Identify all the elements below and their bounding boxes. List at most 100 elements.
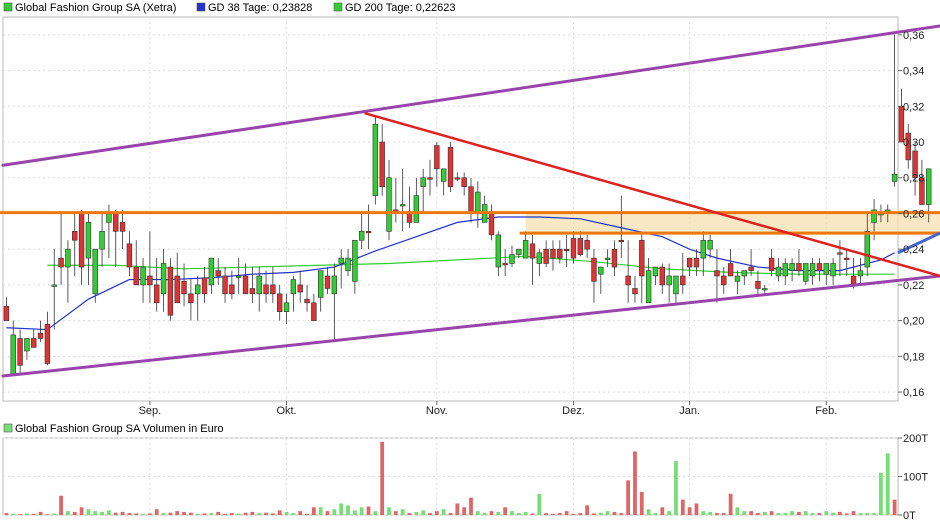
volume-bar bbox=[728, 493, 733, 515]
candle-body bbox=[242, 275, 249, 295]
candle-body bbox=[789, 263, 795, 271]
volume-bar bbox=[216, 511, 221, 515]
candle-body bbox=[604, 257, 611, 260]
volume-bar bbox=[578, 513, 583, 515]
volume-bar bbox=[612, 511, 617, 515]
candle-body bbox=[92, 248, 98, 295]
candle-body bbox=[591, 257, 597, 282]
volume-bar bbox=[680, 499, 685, 515]
volume-bar bbox=[72, 511, 77, 515]
candle-body bbox=[85, 222, 92, 259]
volume-bar bbox=[236, 513, 241, 515]
candle-body bbox=[399, 204, 406, 207]
candle-body bbox=[113, 213, 119, 232]
volume-bar bbox=[797, 511, 801, 515]
candle-body bbox=[693, 257, 700, 268]
volume-bar bbox=[113, 512, 118, 515]
candle-body bbox=[707, 239, 713, 250]
candle-body bbox=[714, 270, 720, 277]
candle-body bbox=[768, 257, 775, 271]
ma200-legend-swatch bbox=[333, 2, 343, 12]
volume-bar bbox=[756, 513, 760, 515]
candle-body bbox=[317, 270, 324, 298]
candle-body bbox=[639, 239, 645, 277]
volume-bar bbox=[147, 513, 152, 515]
volume-bar bbox=[885, 453, 890, 515]
candle-body bbox=[577, 238, 584, 255]
candle-body bbox=[857, 270, 864, 277]
candle-body bbox=[119, 222, 126, 232]
candle-body bbox=[297, 284, 303, 293]
volume-bar bbox=[298, 511, 303, 515]
candle-body bbox=[126, 243, 133, 268]
candle-body bbox=[741, 270, 747, 277]
price-tick-label: 0,20 bbox=[903, 316, 924, 328]
volume-bar bbox=[742, 511, 747, 515]
volume-bar bbox=[45, 514, 50, 515]
volume-bar bbox=[339, 503, 344, 515]
legend: Global Fashion Group SA (Xetra) GD 38 Ta… bbox=[3, 2, 456, 14]
volume-bar bbox=[79, 507, 84, 515]
candle-body bbox=[803, 263, 809, 282]
volume-bar bbox=[564, 511, 569, 515]
candle-body bbox=[522, 239, 529, 259]
candle-body bbox=[666, 275, 672, 286]
candle-body bbox=[420, 177, 426, 187]
volume-bar bbox=[715, 513, 719, 515]
volume-tick-label: 200T bbox=[903, 433, 928, 445]
candle-body bbox=[632, 288, 638, 295]
candle-body bbox=[557, 248, 563, 259]
candle-body bbox=[51, 284, 57, 287]
candle-body bbox=[816, 263, 823, 271]
candle-body bbox=[283, 302, 290, 312]
volume-bar bbox=[892, 499, 897, 515]
candle-body bbox=[550, 248, 556, 259]
volume-bar bbox=[687, 507, 692, 515]
volume-bar bbox=[469, 497, 473, 515]
candle-body bbox=[659, 266, 665, 286]
volume-bar bbox=[831, 512, 835, 515]
volume-bar bbox=[380, 441, 385, 515]
candle-body bbox=[174, 275, 180, 304]
price-tick-label: 0,28 bbox=[903, 173, 924, 185]
legend-volume: Global Fashion Group SA Volumen in Euro bbox=[15, 423, 224, 435]
candle-body bbox=[167, 266, 174, 316]
volume-bar bbox=[694, 503, 699, 515]
volume-bar bbox=[4, 513, 9, 515]
candle-body bbox=[58, 257, 64, 268]
candle-body bbox=[618, 239, 624, 243]
volume-bar bbox=[346, 505, 350, 515]
candle-body bbox=[17, 338, 23, 366]
candle-body bbox=[775, 266, 782, 277]
volume-bar bbox=[407, 513, 412, 515]
volume-bar bbox=[31, 513, 36, 515]
volume-bar bbox=[107, 510, 111, 515]
candle-body bbox=[99, 231, 105, 250]
volume-bar bbox=[537, 493, 542, 515]
price-tick-label: 0,16 bbox=[903, 387, 924, 399]
volume-bar bbox=[270, 513, 275, 515]
candle-body bbox=[386, 177, 392, 232]
volume-bar bbox=[824, 511, 829, 515]
volume-bar bbox=[188, 512, 193, 515]
volume-bar bbox=[858, 513, 863, 515]
candle-body bbox=[762, 288, 768, 291]
volume-bar bbox=[154, 509, 159, 515]
volume-bar bbox=[325, 511, 330, 515]
volume-bar bbox=[844, 513, 849, 515]
candle-body bbox=[140, 266, 146, 286]
candle-body bbox=[461, 177, 467, 187]
candle-body bbox=[365, 231, 372, 234]
volume-bar bbox=[619, 513, 624, 515]
candle-body bbox=[468, 186, 474, 214]
candle-body bbox=[734, 275, 741, 282]
volume-bar bbox=[195, 513, 200, 515]
candle-body bbox=[263, 284, 269, 295]
candle-body bbox=[290, 279, 297, 295]
volume-bar bbox=[482, 512, 487, 515]
candle-body bbox=[864, 231, 870, 268]
volume-bar bbox=[59, 495, 63, 515]
candle-body bbox=[154, 284, 160, 304]
volume-bar bbox=[810, 513, 815, 515]
volume-bar bbox=[646, 509, 651, 515]
